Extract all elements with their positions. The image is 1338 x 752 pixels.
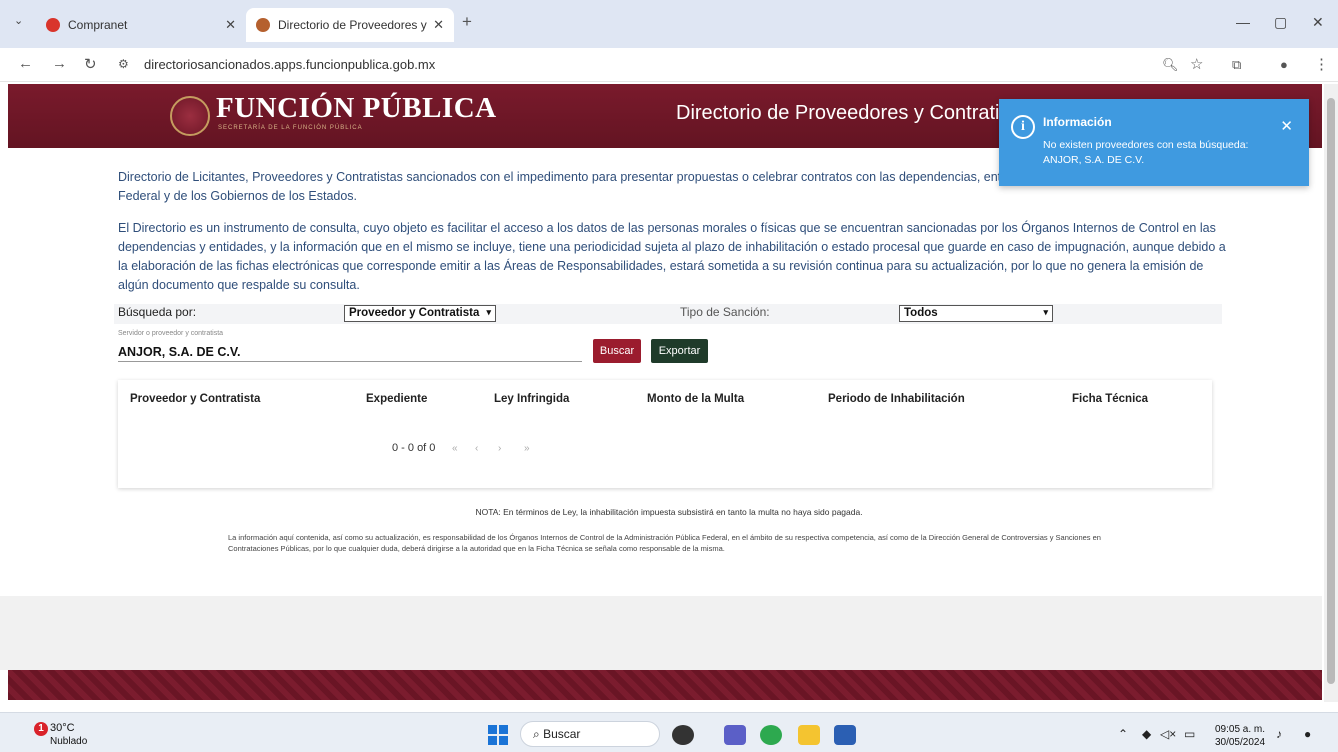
sanction-type-label: Tipo de Sanción:	[680, 305, 770, 319]
app-icon-chrome[interactable]	[760, 725, 782, 745]
last-page-button[interactable]: »	[524, 443, 530, 454]
page-spacer	[0, 596, 1322, 670]
notification-title: Información	[1043, 115, 1112, 129]
tab-directorio[interactable]: Directorio de Proveedores y Co ✕	[246, 8, 454, 42]
search-button[interactable]: Buscar	[593, 339, 641, 363]
menu-dots-icon[interactable]: ⋮	[1314, 55, 1329, 73]
column-header[interactable]: Expediente	[366, 393, 427, 405]
app-icon-copilot[interactable]	[672, 725, 694, 745]
page-scrollbar[interactable]	[1324, 84, 1338, 702]
info-notification: i Información ✕ No existen proveedores c…	[999, 99, 1309, 186]
funcionpublica-favicon-icon	[256, 18, 270, 32]
back-arrow-icon[interactable]: ←	[18, 55, 33, 72]
brand-subtitle: SECRETARÍA DE LA FUNCIÓN PÚBLICA	[218, 125, 363, 131]
disclaimer-text: La información aquí contenida, así como …	[228, 533, 1101, 553]
site-info-icon[interactable]: ⚙	[118, 57, 129, 71]
address-bar: ← → ↻ ⚙ directoriosancionados.apps.funci…	[0, 48, 1338, 82]
column-header[interactable]: Monto de la Multa	[647, 393, 744, 405]
windows-taskbar: 1 30°C Nublado ⌕ Buscar ⌃ ◆ ◁× ▭ 09:05 a…	[0, 712, 1338, 752]
close-icon[interactable]: ✕	[1280, 117, 1293, 135]
column-header[interactable]: Periodo de Inhabilitación	[828, 393, 965, 405]
copilot-tray-icon[interactable]: ●	[1304, 727, 1311, 741]
new-tab-plus-icon[interactable]: +	[462, 12, 472, 32]
wifi-icon[interactable]: ◆	[1142, 727, 1151, 741]
zoom-search-icon[interactable]: 🔍︎	[1162, 57, 1179, 73]
app-icon-file-explorer[interactable]	[798, 725, 820, 745]
clock-date[interactable]: 30/05/2024	[1212, 737, 1268, 748]
notification-bell-icon[interactable]: ♪	[1276, 727, 1282, 741]
page-title: Directorio de Proveedores y Contratistas	[676, 102, 1037, 124]
brand-logo[interactable]: FUNCIÓN PÚBLICA	[216, 92, 497, 125]
tab-list-chevron-icon[interactable]: ⌄	[14, 14, 23, 27]
search-input-label: Servidor o proveedor y contratista	[118, 330, 224, 337]
search-filter-row	[114, 304, 1222, 324]
forward-arrow-icon[interactable]: →	[52, 55, 67, 72]
window-close-icon[interactable]: ✕	[1312, 14, 1324, 31]
weather-alert-badge[interactable]: 1	[34, 722, 48, 736]
info-icon: i	[1011, 115, 1035, 139]
column-header[interactable]: Ficha Técnica	[1072, 393, 1148, 405]
tray-chevron-up-icon[interactable]: ⌃	[1118, 727, 1128, 741]
close-tab-icon[interactable]: ✕	[225, 17, 236, 33]
extensions-icon[interactable]: ⧉	[1232, 57, 1241, 73]
first-page-button[interactable]: «	[452, 443, 458, 454]
export-button[interactable]: Exportar	[651, 339, 708, 363]
search-by-select[interactable]: Proveedor y Contratista ▾	[344, 305, 496, 322]
restore-icon[interactable]: ▢	[1274, 14, 1287, 31]
clock-time[interactable]: 09:05 a. m.	[1212, 724, 1268, 735]
seal-logo-icon	[170, 96, 210, 136]
footer-pattern-band	[8, 670, 1322, 700]
app-icon-teams[interactable]	[724, 725, 746, 745]
battery-icon[interactable]: ▭	[1184, 727, 1195, 741]
scrollbar-thumb[interactable]	[1327, 98, 1335, 684]
close-tab-icon[interactable]: ✕	[433, 17, 444, 33]
app-icon-word[interactable]	[834, 725, 856, 745]
pager-range: 0 - 0 of 0	[392, 442, 436, 454]
taskbar-search[interactable]: ⌕ Buscar	[520, 721, 660, 747]
taskbar-search-label: Buscar	[543, 727, 581, 741]
intro-paragraph-2: El Directorio es un instrumento de consu…	[118, 221, 1226, 292]
notification-message: No existen proveedores con esta búsqueda…	[1043, 139, 1249, 166]
url-text[interactable]: directoriosancionados.apps.funcionpublic…	[144, 57, 435, 72]
tab-compranet[interactable]: Compranet ✕	[36, 8, 246, 42]
column-header[interactable]: Ley Infringida	[494, 393, 569, 405]
compranet-favicon-icon	[46, 18, 60, 32]
results-table: Proveedor y Contratista Expediente Ley I…	[118, 380, 1212, 488]
reload-icon[interactable]: ↻	[84, 55, 97, 73]
search-by-label: Búsqueda por:	[118, 305, 197, 319]
search-input[interactable]	[118, 342, 582, 362]
weather-temperature[interactable]: 30°C	[50, 722, 75, 734]
next-page-button[interactable]: ›	[498, 443, 501, 454]
column-header[interactable]: Proveedor y Contratista	[130, 393, 260, 405]
chevron-down-icon: ▾	[486, 307, 491, 317]
browser-tab-bar: ⌄ Compranet ✕ Directorio de Proveedores …	[0, 0, 1338, 48]
sanction-type-select[interactable]: Todos ▾	[899, 305, 1053, 322]
weather-condition[interactable]: Nublado	[50, 736, 87, 747]
legal-note: NOTA: En términos de Ley, la inhabilitac…	[475, 507, 863, 517]
search-by-value: Proveedor y Contratista	[349, 307, 480, 319]
tab-label: Compranet	[68, 18, 128, 32]
tab-label: Directorio de Proveedores y Co	[278, 18, 428, 32]
profile-icon[interactable]: ●	[1280, 57, 1288, 72]
volume-icon[interactable]: ◁×	[1160, 727, 1176, 741]
windows-start-icon[interactable]	[488, 725, 508, 745]
chevron-down-icon: ▾	[1043, 307, 1048, 317]
prev-page-button[interactable]: ‹	[475, 443, 478, 454]
bookmark-star-icon[interactable]: ☆	[1190, 55, 1203, 73]
minimize-icon[interactable]: —	[1236, 14, 1250, 30]
sanction-type-value: Todos	[904, 307, 938, 319]
